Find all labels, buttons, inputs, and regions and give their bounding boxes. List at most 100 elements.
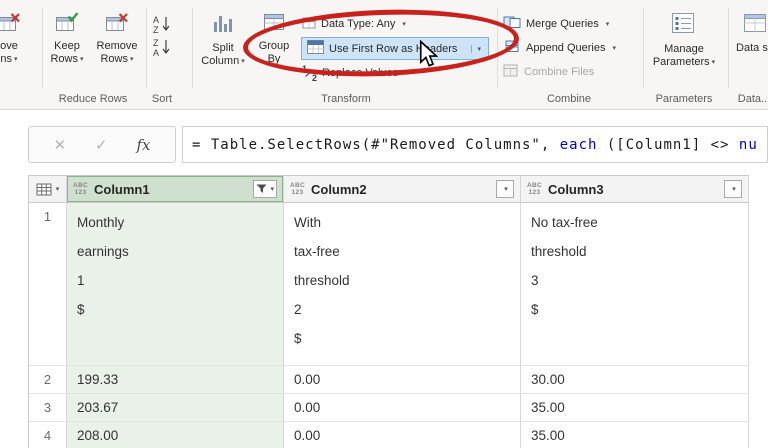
append-queries-button[interactable]: Append Queries ▾ bbox=[503, 38, 616, 58]
column3-filter-button[interactable]: ▾ bbox=[724, 180, 742, 198]
chevron-down-icon: ▾ bbox=[402, 21, 406, 28]
data-source-label: Data se bbox=[736, 42, 768, 54]
merge-queries-label: Merge Queries bbox=[526, 18, 599, 30]
data-group-label: Data... bbox=[737, 93, 768, 105]
split-column-label: Split Column ▾ bbox=[201, 42, 245, 67]
combine-files-icon bbox=[503, 64, 519, 80]
any-type-icon: ABC 123 bbox=[290, 182, 305, 196]
table-cell[interactable]: 35.00 bbox=[521, 394, 749, 422]
any-type-icon: ABC 123 bbox=[73, 182, 88, 196]
data-type-label: Data Type: Any bbox=[321, 18, 396, 30]
confirm-formula-icon[interactable]: ✓ bbox=[95, 136, 108, 154]
fx-icon[interactable]: fx bbox=[137, 136, 151, 154]
data-source-settings-button[interactable]: Data se bbox=[732, 12, 768, 55]
table-cell[interactable]: 208.00 bbox=[67, 422, 284, 448]
chevron-down-icon: ▾ bbox=[504, 186, 508, 193]
cell-line: threshold bbox=[531, 244, 587, 259]
chevron-down-icon: ▾ bbox=[270, 186, 274, 193]
append-queries-label: Append Queries bbox=[526, 42, 606, 54]
replace-values-icon: 1 2 bbox=[302, 64, 317, 83]
remove-columns-label: ove ns ▾ bbox=[0, 40, 18, 65]
table-cell[interactable]: 199.33 bbox=[67, 366, 284, 394]
combine-files-button: Combine Files bbox=[503, 62, 594, 82]
use-first-row-as-headers-button[interactable]: Use First Row as Headers ▾ bbox=[301, 37, 489, 60]
chevron-down-icon: ▾ bbox=[732, 186, 736, 193]
formula-input[interactable]: = Table.SelectRows(#"Removed Columns", e… bbox=[182, 126, 768, 163]
column2-filter-button[interactable]: ▾ bbox=[496, 180, 514, 198]
replace-values-label: Replace Values bbox=[322, 67, 399, 79]
column-header-column1[interactable]: ABC 123 Column1 ▾ bbox=[67, 176, 284, 203]
power-query-editor-window: ove ns ▾ Keep Rows ▾ Remove Rows ▾ Reduce R… bbox=[0, 0, 768, 448]
data-source-icon bbox=[743, 12, 767, 38]
row-number[interactable]: 2 bbox=[29, 366, 67, 394]
cell-line: 1 bbox=[77, 273, 85, 288]
remove-rows-label: Remove Rows ▾ bbox=[96, 40, 138, 65]
column3-name: Column3 bbox=[547, 181, 604, 197]
sort-group-label: Sort bbox=[151, 93, 173, 105]
table-corner-button[interactable]: ▾ bbox=[29, 176, 67, 203]
merge-queries-button[interactable]: Merge Queries ▾ bbox=[503, 14, 609, 34]
ribbon: ove ns ▾ Keep Rows ▾ Remove Rows ▾ Reduce R… bbox=[0, 0, 768, 110]
chevron-down-icon: ▾ bbox=[130, 56, 134, 63]
remove-columns-icon bbox=[0, 12, 21, 36]
column1-filter-button[interactable]: ▾ bbox=[253, 180, 277, 198]
table-cell[interactable]: No tax-free threshold 3 $ bbox=[521, 203, 749, 366]
cell-line: threshold bbox=[294, 273, 350, 288]
chevron-down-icon[interactable]: ▾ bbox=[471, 44, 483, 53]
filter-funnel-icon bbox=[256, 184, 267, 193]
sort-za-icon: ZA bbox=[153, 38, 170, 57]
remove-columns-button[interactable]: ove ns ▾ bbox=[0, 12, 32, 66]
cell-line: earnings bbox=[77, 244, 129, 259]
data-type-button[interactable]: Data Type: Any ▾ bbox=[302, 14, 406, 34]
table-cell[interactable]: Monthly earnings 1 $ bbox=[67, 203, 284, 366]
split-column-button[interactable]: Split Column ▾ bbox=[198, 12, 248, 68]
table-cell[interactable]: 0.00 bbox=[284, 394, 521, 422]
chevron-down-icon: ▾ bbox=[605, 21, 610, 28]
replace-values-two: 2 bbox=[311, 72, 317, 83]
merge-queries-icon bbox=[503, 16, 521, 32]
chevron-down-icon: ▾ bbox=[55, 186, 60, 193]
manage-parameters-button[interactable]: Manage Parameters ▾ bbox=[649, 12, 719, 69]
formula-text: = Table.SelectRows(#"Removed Columns", bbox=[192, 136, 560, 153]
column-header-column3[interactable]: ABC 123 Column3 ▾ bbox=[521, 176, 749, 203]
svg-text:A: A bbox=[153, 15, 159, 25]
combine-files-label: Combine Files bbox=[524, 66, 595, 78]
table-cell[interactable]: With tax-free threshold 2 $ bbox=[284, 203, 521, 366]
table-cell[interactable]: 30.00 bbox=[521, 366, 749, 394]
cancel-formula-icon[interactable]: ✕ bbox=[53, 136, 66, 154]
manage-parameters-icon bbox=[671, 12, 697, 39]
row-number[interactable]: 3 bbox=[29, 394, 67, 422]
group-separator bbox=[146, 8, 147, 88]
table-cell[interactable]: 0.00 bbox=[284, 366, 521, 394]
formula-keyword-each: each bbox=[559, 136, 598, 153]
sort-descending-button[interactable]: ZA bbox=[150, 36, 174, 57]
row-number[interactable]: 1 bbox=[29, 203, 67, 366]
chevron-down-icon: ▾ bbox=[241, 58, 245, 65]
group-separator bbox=[42, 8, 43, 88]
cell-line: $ bbox=[77, 302, 85, 317]
parameters-group-label: Parameters bbox=[655, 93, 713, 105]
table-cell[interactable]: 35.00 bbox=[521, 422, 749, 448]
table-cell[interactable]: 203.67 bbox=[67, 394, 284, 422]
data-type-icon bbox=[302, 17, 316, 32]
chevron-down-icon: ▾ bbox=[612, 45, 617, 52]
column-header-column2[interactable]: ABC 123 Column2 ▾ bbox=[284, 176, 521, 203]
group-by-button[interactable]: Group By bbox=[252, 12, 296, 66]
use-first-row-icon bbox=[307, 40, 324, 57]
table-cell[interactable]: 0.00 bbox=[284, 422, 521, 448]
split-column-icon bbox=[212, 12, 234, 38]
svg-text:A: A bbox=[153, 48, 159, 57]
append-queries-icon bbox=[503, 40, 521, 56]
table-icon bbox=[36, 183, 52, 195]
transform-group-label: Transform bbox=[321, 93, 371, 105]
remove-rows-button[interactable]: Remove Rows ▾ bbox=[92, 12, 142, 66]
chevron-down-icon: ▾ bbox=[14, 56, 18, 63]
sort-ascending-button[interactable]: AZ bbox=[150, 13, 174, 34]
keep-rows-button[interactable]: Keep Rows ▾ bbox=[44, 12, 90, 66]
cell-line: With bbox=[294, 215, 321, 230]
formula-keyword-null: nu bbox=[738, 136, 758, 153]
row-number[interactable]: 4 bbox=[29, 422, 67, 448]
svg-text:Z: Z bbox=[153, 38, 159, 48]
cell-line: Monthly bbox=[77, 215, 125, 230]
replace-values-button[interactable]: 1 2 Replace Values bbox=[302, 63, 398, 83]
